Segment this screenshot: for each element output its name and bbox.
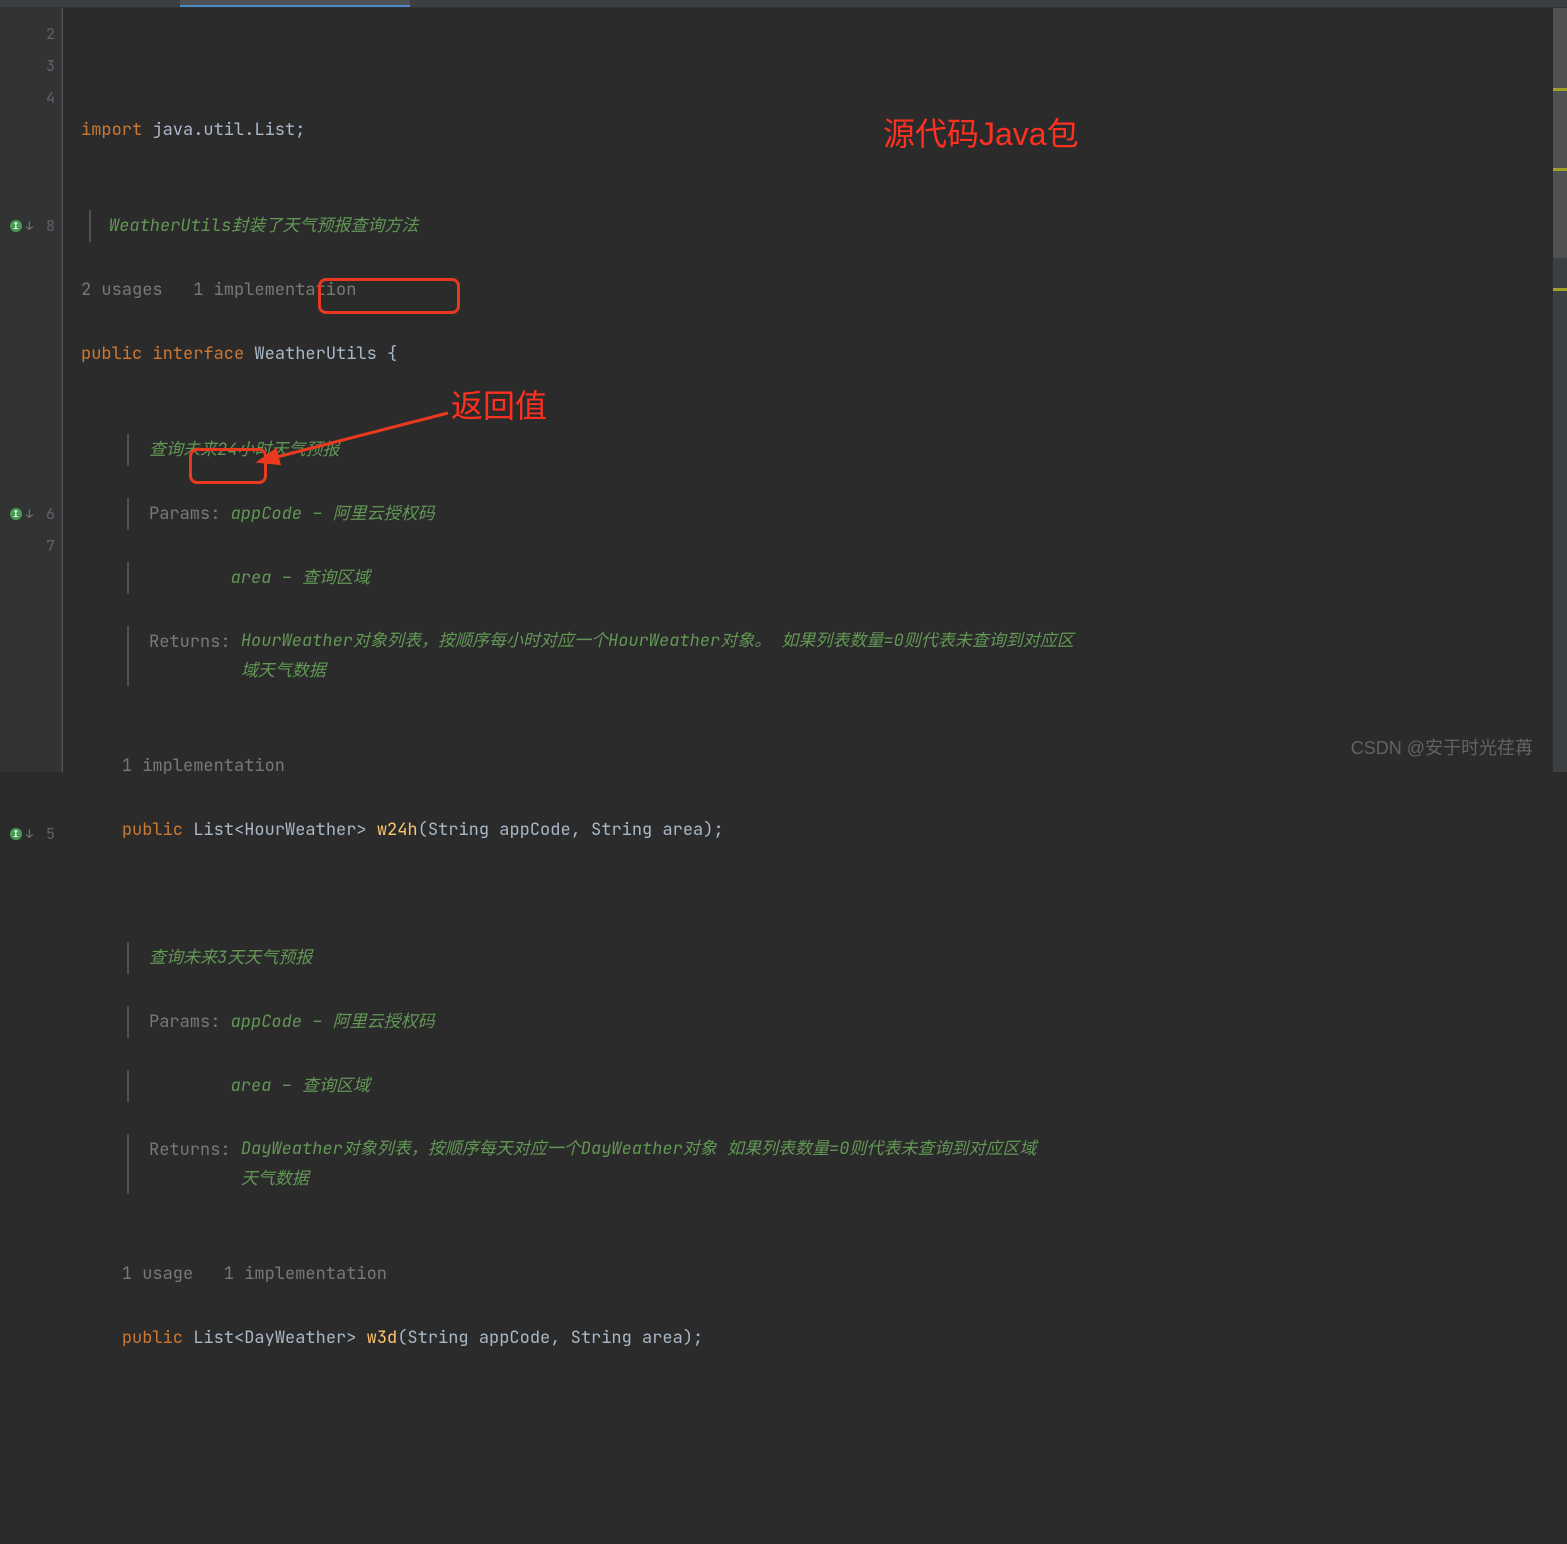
gutter-line: [0, 114, 61, 146]
usages-hint-m2[interactable]: 1 usage 1 implementation: [122, 1263, 387, 1285]
javadoc-m2-title: 查询未来3天天气预报: [149, 947, 312, 969]
usages-hint-class[interactable]: 2 usages 1 implementation: [81, 279, 356, 301]
javadoc-m1-p2-name: area: [231, 567, 272, 589]
line-number: 2: [37, 24, 55, 44]
gutter-line: [0, 146, 61, 178]
scrollbar-marker-2: [1553, 168, 1567, 171]
javadoc-m1-params-label: Params:: [149, 503, 220, 525]
gutter-line: [0, 370, 61, 402]
javadoc-m1-returns: HourWeather对象列表，按顺序每小时对应一个HourWeather对象。…: [241, 626, 1081, 686]
gutter-line: [0, 306, 61, 338]
import-path: java.util.List: [152, 119, 295, 141]
m1-method-name: w24h: [377, 819, 418, 841]
gutter-line: 7: [0, 530, 61, 562]
usages-hint-m1[interactable]: 1 implementation: [122, 755, 285, 777]
gutter-line: ↓8: [0, 210, 61, 242]
gutter-line: [0, 690, 61, 722]
gutter-line: 4: [0, 82, 61, 114]
gutter-line: 3: [0, 50, 61, 82]
scrollbar-marker-1: [1553, 88, 1567, 91]
m2-signature: (String appCode, String area);: [397, 1327, 703, 1349]
gutter-line: [0, 722, 61, 754]
javadoc-m2-returns-label: Returns:: [149, 1139, 231, 1161]
watermark: CSDN @安于时光荏苒: [1351, 732, 1533, 764]
javadoc-class: WeatherUtils封装了天气预报查询方法: [109, 215, 418, 237]
keyword-import: import: [81, 119, 142, 141]
line-number: 5: [37, 824, 55, 844]
javadoc-m2-returns: DayWeather对象列表，按顺序每天对应一个DayWeather对象 如果列…: [241, 1134, 1041, 1194]
gutter: 234↓8↓67↓5: [0, 8, 62, 772]
implementation-icon[interactable]: [10, 220, 22, 232]
gutter-line: [0, 178, 61, 210]
m2-return-type: List<DayWeather>: [193, 1327, 356, 1349]
javadoc-m1-returns-label: Returns:: [149, 631, 231, 653]
gutter-line: [0, 594, 61, 626]
javadoc-m2-p1-desc: 阿里云授权码: [333, 1011, 435, 1033]
gutter-line: [0, 402, 61, 434]
tab-inactive-1[interactable]: [0, 0, 180, 7]
gutter-line: [0, 434, 61, 466]
javadoc-m1-p2-desc: 查询区域: [302, 567, 370, 589]
line-number: 8: [37, 216, 55, 236]
gutter-line: [0, 242, 61, 274]
gutter-line: [0, 626, 61, 658]
javadoc-m1-p1-desc: 阿里云授权码: [333, 503, 435, 525]
javadoc-m2-p2-name: area: [231, 1075, 272, 1097]
line-number: 6: [37, 504, 55, 524]
editor-tabs: [0, 0, 1567, 8]
gutter-line: 2: [0, 18, 61, 50]
gutter-line: [0, 786, 61, 818]
chevron-down-icon[interactable]: ↓: [26, 506, 33, 522]
annotation-return: 返回值: [451, 390, 547, 422]
interface-name: WeatherUtils: [254, 343, 376, 365]
m2-method-name: w3d: [367, 1327, 398, 1349]
implementation-icon[interactable]: [10, 828, 22, 840]
gutter-line: [0, 562, 61, 594]
javadoc-m2-params-label: Params:: [149, 1011, 220, 1033]
gutter-line: [0, 274, 61, 306]
javadoc-m1-title: 查询未来24小时天气预报: [149, 439, 339, 461]
tab-active[interactable]: [180, 0, 410, 7]
chevron-down-icon[interactable]: ↓: [26, 826, 33, 842]
m1-signature: (String appCode, String area);: [418, 819, 724, 841]
line-number: 4: [37, 88, 55, 108]
editor: 234↓8↓67↓5 import java.util.List; Weathe…: [0, 8, 1567, 772]
javadoc-m1-p1-name: appCode: [231, 503, 302, 525]
javadoc-m2-p2-desc: 查询区域: [302, 1075, 370, 1097]
javadoc-m2-p1-name: appCode: [231, 1011, 302, 1033]
m1-return-type: List<HourWeather>: [193, 819, 366, 841]
keyword-public-m1: public: [122, 819, 183, 841]
gutter-line: [0, 338, 61, 370]
scrollbar-marker-3: [1553, 288, 1567, 291]
vertical-scrollbar[interactable]: [1553, 8, 1567, 772]
keyword-public: public: [81, 343, 142, 365]
gutter-line: [0, 466, 61, 498]
keyword-interface: interface: [152, 343, 244, 365]
code-area[interactable]: import java.util.List; WeatherUtils封装了天气…: [62, 8, 1553, 772]
keyword-public-m2: public: [122, 1327, 183, 1349]
implementation-icon[interactable]: [10, 508, 22, 520]
scrollbar-thumb[interactable]: [1553, 8, 1567, 258]
gutter-line: [0, 754, 61, 786]
gutter-line: ↓6: [0, 498, 61, 530]
gutter-line: ↓5: [0, 818, 61, 850]
chevron-down-icon[interactable]: ↓: [26, 218, 33, 234]
line-number: 3: [37, 56, 55, 76]
gutter-line: [0, 658, 61, 690]
line-number: 7: [37, 536, 55, 556]
